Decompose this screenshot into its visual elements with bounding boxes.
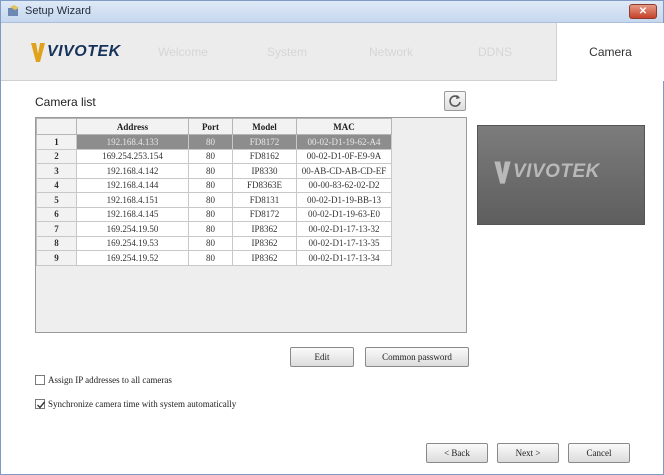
address-cell: 192.168.4.145 <box>76 206 189 222</box>
preview-logo-wordmark: VIVOTEK <box>513 161 600 182</box>
address-cell: 192.168.4.142 <box>76 163 189 179</box>
mac-cell: 00-02-D1-17-13-34 <box>296 250 392 266</box>
preview-logo: VIVOTEK <box>494 158 600 186</box>
camera-list-title: Camera list <box>35 95 96 109</box>
address-cell: 192.168.4.144 <box>76 177 189 193</box>
port-cell: 80 <box>188 250 233 266</box>
port-cell: 80 <box>188 163 233 179</box>
mac-cell: 00-02-D1-19-63-E0 <box>296 206 392 222</box>
port-cell: 80 <box>188 134 233 150</box>
step-system: System <box>266 45 307 59</box>
port-cell: 80 <box>188 148 233 164</box>
address-cell: 169.254.19.50 <box>76 221 189 237</box>
mac-cell: 00-02-D1-19-BB-13 <box>296 192 392 208</box>
assign-ip-checkbox[interactable] <box>35 375 45 385</box>
mac-cell: 00-00-83-62-02-D2 <box>296 177 392 193</box>
table-row[interactable]: 4 192.168.4.144 80 FD8363E 00-00-83-62-02-D2 <box>36 177 392 193</box>
back-button[interactable]: < Back <box>426 443 488 463</box>
step-camera: Camera <box>556 23 664 81</box>
table-row[interactable]: 1 192.168.4.133 80 FD8172 00-02-D1-19-62-A4 <box>36 134 392 150</box>
next-button[interactable]: Next > <box>497 443 559 463</box>
close-button[interactable]: ✕ <box>629 4 657 19</box>
checkmark-icon <box>37 401 46 409</box>
camera-table: Address Port Model MAC 1 192.168.4.133 80 F… <box>36 118 392 266</box>
table-header-row: Address Port Model MAC <box>36 118 392 135</box>
title-bar: Setup Wizard ✕ <box>1 1 663 23</box>
row-index-cell: 2 <box>36 148 77 164</box>
setup-wizard-window: Setup Wizard ✕ VIVOTEK Welcome System Ne… <box>0 0 664 475</box>
table-row[interactable]: 8 169.254.19.53 80 IP8362 00-02-D1-17-13-35 <box>36 235 392 251</box>
model-cell: FD8363E <box>232 177 297 193</box>
port-cell: 80 <box>188 221 233 237</box>
step-welcome: Welcome <box>158 45 208 59</box>
port-cell: 80 <box>188 206 233 222</box>
preview-logo-mark-icon <box>494 161 511 184</box>
camera-preview: VIVOTEK <box>477 125 645 225</box>
table-row[interactable]: 6 192.168.4.145 80 FD8172 00-02-D1-19-63-E0 <box>36 206 392 222</box>
port-cell: 80 <box>188 235 233 251</box>
window-title: Setup Wizard <box>25 5 92 17</box>
row-index-cell: 3 <box>36 163 77 179</box>
address-cell: 169.254.253.154 <box>76 148 189 164</box>
cancel-button[interactable]: Cancel <box>568 443 630 463</box>
row-index-cell: 6 <box>36 206 77 222</box>
column-header-model[interactable]: Model <box>232 118 297 135</box>
row-index-cell: 1 <box>36 134 77 150</box>
address-cell: 169.254.19.53 <box>76 235 189 251</box>
address-cell: 192.168.4.133 <box>76 134 189 150</box>
model-cell: FD8172 <box>232 134 297 150</box>
close-icon: ✕ <box>638 6 648 17</box>
mac-cell: 00-02-D1-17-13-32 <box>296 221 392 237</box>
assign-ip-label: Assign IP addresses to all cameras <box>48 375 172 385</box>
model-cell: IP8362 <box>232 221 297 237</box>
logo-wordmark: VIVOTEK <box>47 43 121 60</box>
mac-cell: 00-02-D1-17-13-35 <box>296 235 392 251</box>
model-cell: FD8162 <box>232 148 297 164</box>
port-cell: 80 <box>188 192 233 208</box>
table-row[interactable]: 2 169.254.253.154 80 FD8162 00-02-D1-0F-E9-9… <box>36 148 392 164</box>
column-header-mac[interactable]: MAC <box>296 118 392 135</box>
logo-mark-icon <box>31 43 45 62</box>
table-row[interactable]: 9 169.254.19.52 80 IP8362 00-02-D1-17-13-34 <box>36 250 392 266</box>
column-header-index <box>36 118 77 135</box>
address-cell: 169.254.19.52 <box>76 250 189 266</box>
sync-time-checkbox[interactable] <box>35 399 46 409</box>
sync-time-option[interactable]: Synchronize camera time with system auto… <box>35 399 236 409</box>
table-row[interactable]: 7 169.254.19.50 80 IP8362 00-02-D1-17-13-32 <box>36 221 392 237</box>
vivotek-logo: VIVOTEK <box>31 39 121 65</box>
common-password-button[interactable]: Common password <box>365 347 469 367</box>
column-header-port[interactable]: Port <box>188 118 233 135</box>
model-cell: FD8172 <box>232 206 297 222</box>
refresh-button[interactable] <box>444 91 466 111</box>
mac-cell: 00-02-D1-0F-E9-9A <box>296 148 392 164</box>
model-cell: IP8362 <box>232 235 297 251</box>
camera-table-container: Address Port Model MAC 1 192.168.4.133 80 F… <box>35 117 467 333</box>
port-cell: 80 <box>188 177 233 193</box>
refresh-icon <box>449 95 461 107</box>
row-index-cell: 5 <box>36 192 77 208</box>
row-index-cell: 4 <box>36 177 77 193</box>
model-cell: FD8131 <box>232 192 297 208</box>
table-row[interactable]: 3 192.168.4.142 80 IP8330 00-AB-CD-AB-CD-EF <box>36 163 392 179</box>
row-index-cell: 9 <box>36 250 77 266</box>
model-cell: IP8330 <box>232 163 297 179</box>
sync-time-label: Synchronize camera time with system auto… <box>48 399 237 409</box>
row-index-cell: 7 <box>36 221 77 237</box>
edit-button[interactable]: Edit <box>290 347 354 367</box>
mac-cell: 00-02-D1-19-62-A4 <box>296 134 392 150</box>
assign-ip-option[interactable]: Assign IP addresses to all cameras <box>35 375 172 385</box>
step-network: Network <box>368 45 413 59</box>
step-ddns: DDNS <box>477 45 512 59</box>
model-cell: IP8362 <box>232 250 297 266</box>
table-row[interactable]: 5 192.168.4.151 80 FD8131 00-02-D1-19-BB-13 <box>36 192 392 208</box>
row-index-cell: 8 <box>36 235 77 251</box>
address-cell: 192.168.4.151 <box>76 192 189 208</box>
wizard-header: VIVOTEK Welcome System Network DDNS Came… <box>1 23 664 81</box>
wizard-app-icon <box>8 5 19 16</box>
mac-cell: 00-AB-CD-AB-CD-EF <box>296 163 392 179</box>
wizard-steps: Welcome System Network DDNS <box>131 23 547 81</box>
column-header-address[interactable]: Address <box>76 118 189 135</box>
